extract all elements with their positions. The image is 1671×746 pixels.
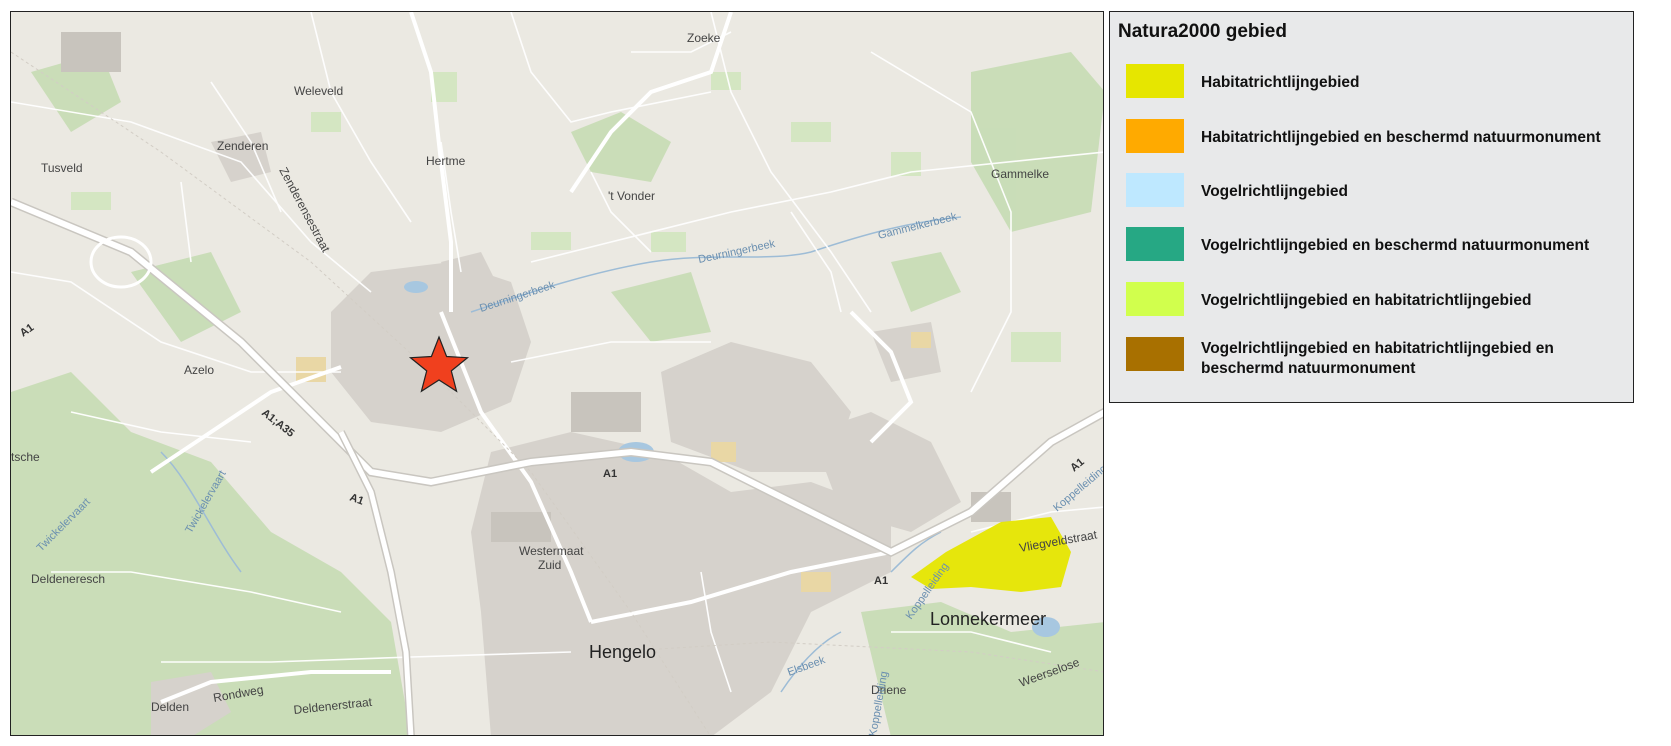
legend-swatch bbox=[1126, 119, 1184, 153]
legend-swatch bbox=[1126, 282, 1184, 316]
place-label-t-vonder: 't Vonder bbox=[608, 189, 655, 203]
map-canvas[interactable]: Zoeke Weleveld Zenderen Tusveld Hertme '… bbox=[11, 12, 1104, 736]
legend-label: Vogelrichtlijngebied en beschermd natuur… bbox=[1201, 237, 1590, 254]
place-label-lonnekermeer: Lonnekermeer bbox=[930, 609, 1046, 629]
place-label-zenderen: Zenderen bbox=[217, 139, 268, 153]
road-label-a1-east: A1 bbox=[874, 575, 888, 587]
map-panel[interactable]: Zoeke Weleveld Zenderen Tusveld Hertme '… bbox=[10, 11, 1104, 736]
place-label-zoeke: Zoeke bbox=[687, 31, 721, 45]
place-label-tusveld: Tusveld bbox=[41, 161, 83, 175]
legend-swatch bbox=[1126, 64, 1184, 98]
place-label-weleveld: Weleveld bbox=[294, 84, 343, 98]
place-label-hertme: Hertme bbox=[426, 154, 466, 168]
legend-panel: Natura2000 gebied Habitatrichtlijngebied… bbox=[1109, 11, 1634, 403]
legend-label: Vogelrichtlijngebied en habitatrichtlijn… bbox=[1201, 340, 1554, 377]
place-label-tsche: tsche bbox=[11, 450, 40, 464]
legend-label: Vogelrichtlijngebied bbox=[1201, 183, 1348, 200]
legend-swatch bbox=[1126, 173, 1184, 207]
place-label-deldeneresch: Deldeneresch bbox=[31, 572, 105, 586]
road-label-a1-center: A1 bbox=[603, 468, 617, 480]
legend-label: Habitatrichtlijngebied en beschermd natu… bbox=[1201, 129, 1601, 146]
place-label-zuid: Zuid bbox=[538, 558, 561, 572]
place-label-westermaat: Westermaat bbox=[519, 544, 584, 558]
legend-title: Natura2000 gebied bbox=[1118, 21, 1287, 42]
place-label-azelo: Azelo bbox=[184, 363, 214, 377]
legend-label: Vogelrichtlijngebied en habitatrichtlijn… bbox=[1201, 292, 1532, 309]
legend-swatch bbox=[1126, 337, 1184, 371]
place-label-delden: Delden bbox=[151, 700, 189, 714]
legend-label: Habitatrichtlijngebied bbox=[1201, 74, 1360, 91]
legend-swatch bbox=[1126, 227, 1184, 261]
place-label-gammelke: Gammelke bbox=[991, 167, 1049, 181]
place-label-hengelo: Hengelo bbox=[589, 642, 656, 662]
